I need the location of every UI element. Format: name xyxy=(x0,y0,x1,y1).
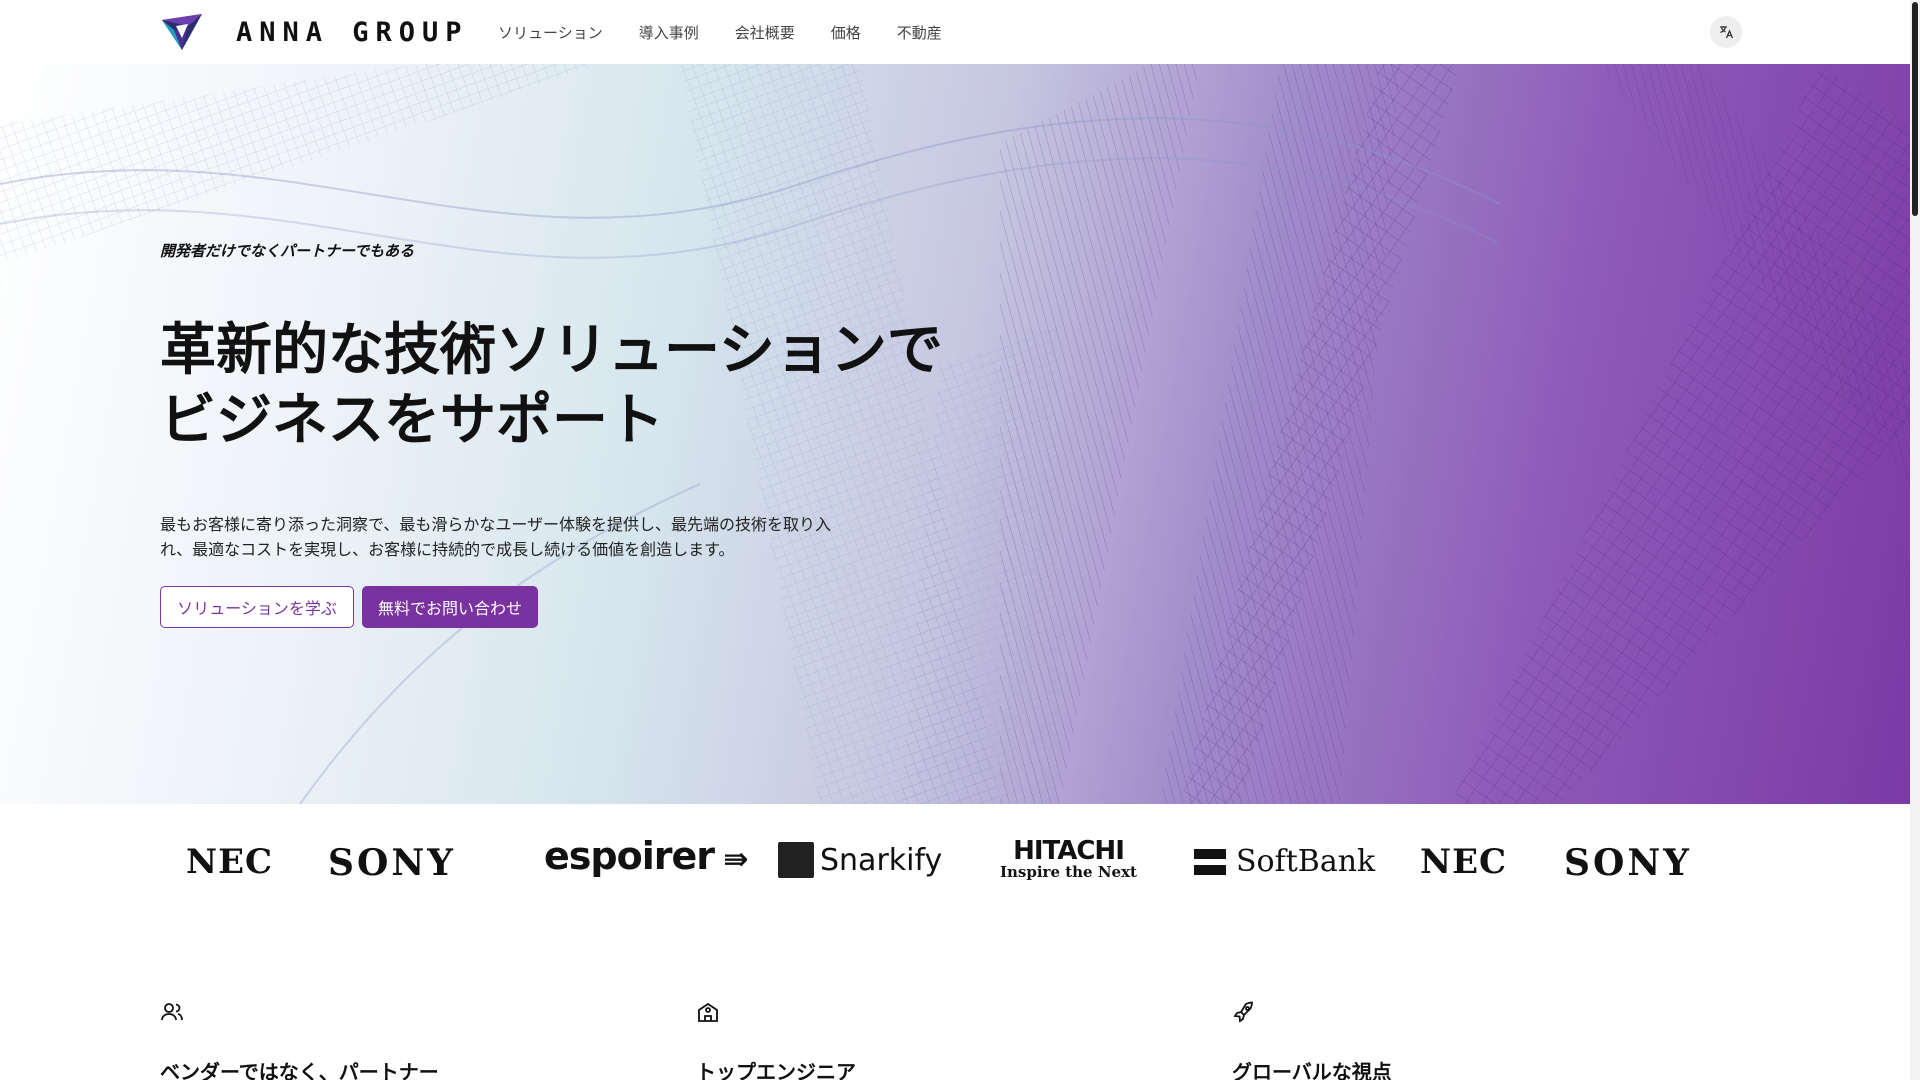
site-header: ANNA GROUP ソリューション 導入事例 会社概要 価格 不動産 xyxy=(0,0,1910,64)
free-contact-button[interactable]: 無料でお問い合わせ xyxy=(362,586,538,628)
hero-section: 開発者だけでなくパートナーでもある 革新的な技術ソリューションで ビジネスをサポ… xyxy=(0,64,1910,804)
main-nav: ソリューション 導入事例 会社概要 価格 不動産 xyxy=(498,22,942,43)
feature-engineers: トップエンジニア xyxy=(696,1000,856,1080)
language-button[interactable] xyxy=(1710,16,1742,48)
brand-logo-hitachi-text: HITACHI xyxy=(1013,836,1125,866)
rocket-icon xyxy=(1233,1001,1253,1023)
logo[interactable]: ANNA GROUP xyxy=(160,12,469,52)
brand-logo-hitachi-tagline: Inspire the Next xyxy=(1000,863,1137,881)
logo-text: ANNA GROUP xyxy=(236,16,469,48)
brand-logo-espoirer: espoirer ⇛ xyxy=(544,834,749,878)
feature-global: グローバルな視点 xyxy=(1232,1000,1392,1080)
nav-company[interactable]: 会社概要 xyxy=(735,22,795,43)
hero-title-line1: 革新的な技術ソリューションで xyxy=(160,318,943,383)
brand-logo-snarkify-text: Snarkify xyxy=(820,842,943,878)
brand-logo-hitachi: HITACHI Inspire the Next xyxy=(1000,838,1137,880)
feature-partner: ベンダーではなく、パートナー xyxy=(160,1000,439,1080)
hero-title-line2: ビジネスをサポート xyxy=(160,388,664,453)
features-section: ベンダーではなく、パートナー トップエンジニア グローバルな視点 xyxy=(0,1000,1910,1080)
hero-description: 最もお客様に寄り添った洞察で、最も滑らかなユーザー体験を提供し、最先端の技術を取… xyxy=(160,515,832,559)
softbank-mark-icon xyxy=(1194,848,1226,875)
brand-logo-softbank-text: SoftBank xyxy=(1236,844,1376,879)
nav-case-studies[interactable]: 導入事例 xyxy=(639,22,699,43)
feature-partner-title: ベンダーではなく、パートナー xyxy=(160,1060,439,1080)
feature-global-title: グローバルな視点 xyxy=(1232,1060,1392,1080)
brand-logo-nec: NEC xyxy=(186,842,274,882)
brand-logo-sony-2: SONY xyxy=(1564,842,1692,884)
learn-solutions-button[interactable]: ソリューションを学ぶ xyxy=(160,586,354,628)
scrollbar-thumb[interactable] xyxy=(1912,2,1918,216)
school-icon xyxy=(698,1002,718,1022)
page-scrollbar[interactable] xyxy=(1910,0,1920,1080)
nav-solutions[interactable]: ソリューション xyxy=(498,22,603,43)
translate-icon xyxy=(1720,26,1734,39)
brand-logos-strip: NEC SONY espoirer ⇛ Snarkify HITACHI Ins… xyxy=(0,804,1910,924)
feature-engineers-title: トップエンジニア xyxy=(696,1060,856,1080)
nav-pricing[interactable]: 価格 xyxy=(831,22,861,43)
nav-real-estate[interactable]: 不動産 xyxy=(897,22,942,43)
brand-logo-softbank: SoftBank xyxy=(1194,844,1375,879)
hero-tagline: 開発者だけでなくパートナーでもある xyxy=(160,242,415,260)
snarkify-mark-icon xyxy=(778,842,814,878)
brand-logo-snarkify: Snarkify xyxy=(778,842,942,878)
hero-title: 革新的な技術ソリューションで ビジネスをサポート xyxy=(160,316,1060,456)
logo-mark-icon xyxy=(162,14,202,50)
brand-logo-espoirer-text: espoirer xyxy=(544,834,715,878)
users-icon xyxy=(161,1003,183,1021)
brand-logo-sony: SONY xyxy=(328,842,456,884)
brand-logo-nec-2: NEC xyxy=(1420,842,1508,882)
